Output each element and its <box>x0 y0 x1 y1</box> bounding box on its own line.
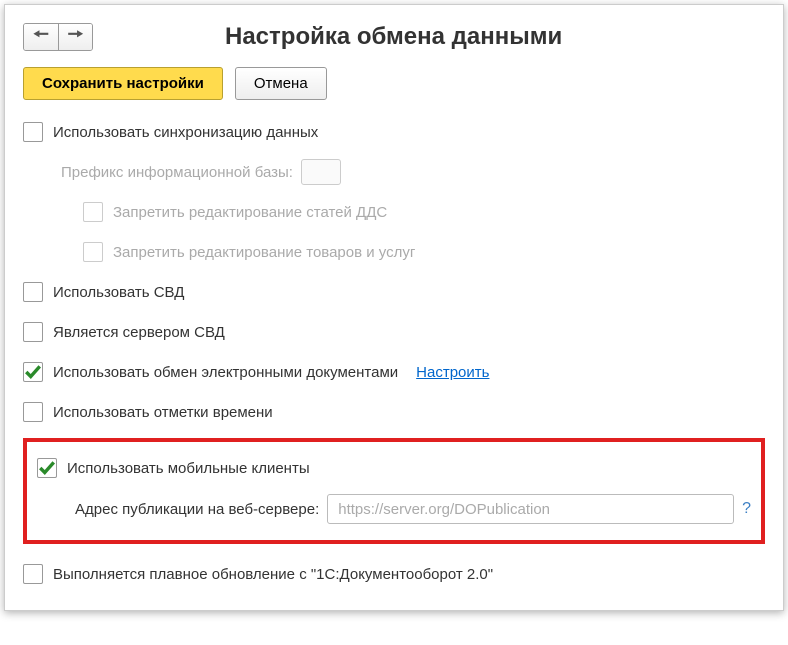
use-sync-checkbox[interactable] <box>23 122 43 142</box>
toolbar: Сохранить настройки Отмена <box>23 67 765 100</box>
publish-address-input[interactable] <box>327 494 734 524</box>
prefix-label: Префикс информационной базы: <box>61 164 293 181</box>
forbid-dds-checkbox[interactable] <box>83 202 103 222</box>
use-svd-row: Использовать СВД <box>23 278 765 306</box>
is-svd-server-label: Является сервером СВД <box>53 324 225 341</box>
publish-address-label: Адрес публикации на веб-сервере: <box>75 501 319 518</box>
is-svd-server-row: Является сервером СВД <box>23 318 765 346</box>
smooth-update-row: Выполняется плавное обновление с "1С:Док… <box>23 560 765 588</box>
settings-window: 🠔 🠖 Настройка обмена данными Сохранить н… <box>4 4 784 611</box>
page-title: Настройка обмена данными <box>225 23 562 51</box>
prefix-input[interactable] <box>301 159 341 185</box>
nav-buttons: 🠔 🠖 <box>23 23 93 51</box>
use-svd-checkbox[interactable] <box>23 282 43 302</box>
forbid-dds-row: Запретить редактирование статей ДДС <box>83 198 765 226</box>
check-icon <box>24 363 42 381</box>
cancel-button[interactable]: Отмена <box>235 67 327 100</box>
use-edo-checkbox[interactable] <box>23 362 43 382</box>
use-sync-row: Использовать синхронизацию данных <box>23 118 765 146</box>
use-timestamps-row: Использовать отметки времени <box>23 398 765 426</box>
publish-address-row: Адрес публикации на веб-сервере: ? <box>75 494 751 524</box>
use-sync-label: Использовать синхронизацию данных <box>53 124 318 141</box>
mobile-highlight-box: Использовать мобильные клиенты Адрес пуб… <box>23 438 765 544</box>
use-svd-label: Использовать СВД <box>53 284 184 301</box>
use-edo-label: Использовать обмен электронными документ… <box>53 364 398 381</box>
use-mobile-row: Использовать мобильные клиенты <box>37 454 751 482</box>
forbid-dds-label: Запретить редактирование статей ДДС <box>113 204 387 221</box>
forbid-goods-checkbox[interactable] <box>83 242 103 262</box>
check-icon <box>38 459 56 477</box>
is-svd-server-checkbox[interactable] <box>23 322 43 342</box>
arrow-right-icon: 🠖 <box>68 23 84 51</box>
prefix-row: Префикс информационной базы: <box>61 158 765 186</box>
nav-back-button[interactable]: 🠔 <box>24 24 58 50</box>
forbid-goods-label: Запретить редактирование товаров и услуг <box>113 244 415 261</box>
use-timestamps-label: Использовать отметки времени <box>53 404 273 421</box>
smooth-update-checkbox[interactable] <box>23 564 43 584</box>
use-edo-row: Использовать обмен электронными документ… <box>23 358 765 386</box>
arrow-left-icon: 🠔 <box>33 23 49 51</box>
help-icon[interactable]: ? <box>742 500 751 518</box>
smooth-update-label: Выполняется плавное обновление с "1С:Док… <box>53 566 493 583</box>
configure-edo-link[interactable]: Настроить <box>416 364 489 381</box>
header-row: 🠔 🠖 Настройка обмена данными <box>23 23 765 51</box>
forbid-goods-row: Запретить редактирование товаров и услуг <box>83 238 765 266</box>
nav-forward-button[interactable]: 🠖 <box>58 24 92 50</box>
use-timestamps-checkbox[interactable] <box>23 402 43 422</box>
use-mobile-checkbox[interactable] <box>37 458 57 478</box>
save-button[interactable]: Сохранить настройки <box>23 67 223 100</box>
use-mobile-label: Использовать мобильные клиенты <box>67 460 310 477</box>
